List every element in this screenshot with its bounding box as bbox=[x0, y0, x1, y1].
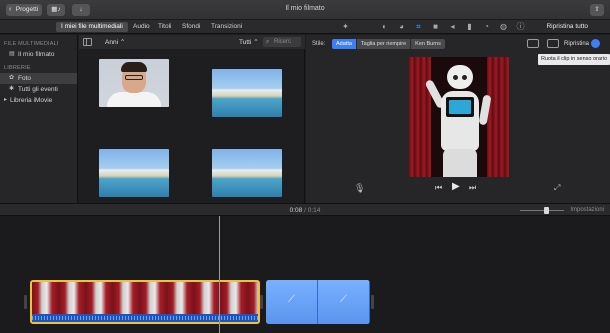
audio-waveform bbox=[32, 316, 258, 320]
filter-icon[interactable]: ◍ bbox=[498, 21, 509, 32]
trim-handle-right[interactable] bbox=[260, 295, 263, 309]
adjustment-toolbar: ✦ ◐ ◕ ⌗ ■ ◂ ▮ ◔ ◍ ⓘ bbox=[340, 21, 526, 32]
tab-bar: I miei file multimediali Audio Titoli Sf… bbox=[0, 20, 610, 34]
photos-icon: ✿ bbox=[9, 75, 15, 81]
sidebar-item-photos[interactable]: ✿ Foto bbox=[0, 73, 77, 84]
window-title: Il mio filmato bbox=[285, 5, 325, 12]
robot-head bbox=[447, 65, 473, 89]
media-thumbnail-beach[interactable] bbox=[99, 149, 169, 197]
rotate-clockwise-icon[interactable] bbox=[547, 39, 559, 48]
sidebar-section-media: FILE MULTIMEDIALI bbox=[4, 41, 59, 47]
sidebar-item-all-events[interactable]: ✱ Tutti gli eventi bbox=[0, 84, 77, 95]
reset-button[interactable]: Ripristina bbox=[564, 41, 589, 47]
zoom-slider-knob[interactable] bbox=[544, 207, 549, 214]
person-hair bbox=[121, 62, 147, 72]
sidebar-item-label: Foto bbox=[18, 75, 32, 82]
filter-value: Tutti bbox=[239, 39, 252, 46]
reset-indicator-icon[interactable] bbox=[591, 39, 600, 48]
search-input[interactable]: ⌕ Ricerc bbox=[263, 37, 301, 47]
stabilization-icon[interactable]: ■ bbox=[430, 21, 441, 32]
curtain-right bbox=[487, 57, 509, 177]
sidebar-item-label: Il mio filmato bbox=[18, 51, 55, 58]
person-glasses bbox=[125, 75, 143, 80]
style-ken-burns-button[interactable]: Ken Burns bbox=[411, 39, 445, 49]
total-time: 0:14 bbox=[307, 207, 321, 214]
speed-icon[interactable]: ◔ bbox=[481, 21, 492, 32]
tab-transitions[interactable]: Transizioni bbox=[206, 22, 247, 32]
media-thumbnail-beach[interactable] bbox=[212, 69, 282, 117]
robot-screen bbox=[449, 100, 471, 114]
current-time: 0:08 bbox=[289, 207, 303, 214]
chevron-updown-icon: ⌃ bbox=[253, 39, 259, 46]
microphone-icon[interactable]: 🎙 bbox=[354, 183, 365, 194]
timeline-clip-photo[interactable]: ⟋ ⟋ bbox=[266, 280, 370, 324]
sidebar-item-imovie-library[interactable]: ▸ Libreria iMovie bbox=[0, 95, 77, 106]
zoom-slider-track[interactable] bbox=[520, 210, 564, 211]
sidebar-item-project[interactable]: ▤ Il mio filmato bbox=[0, 49, 77, 60]
info-icon[interactable]: ⓘ bbox=[515, 21, 526, 32]
pin-icon: ⟋ bbox=[288, 294, 295, 305]
pin-icon: ⟋ bbox=[340, 294, 347, 305]
chevron-updown-icon: ⌃ bbox=[119, 39, 126, 46]
skip-forward-icon[interactable]: ⏭ bbox=[469, 183, 476, 193]
film-strip-icon: ▤ bbox=[9, 51, 15, 57]
time-bar: 0:08 / 0:14 Impostazioni bbox=[0, 203, 610, 216]
tab-backgrounds[interactable]: Sfondi bbox=[177, 22, 205, 32]
style-fit-button[interactable]: Adatta bbox=[332, 39, 357, 49]
search-icon: ⌕ bbox=[266, 39, 270, 45]
playhead[interactable] bbox=[219, 216, 220, 333]
share-button[interactable]: ⇧ bbox=[590, 4, 604, 16]
tab-my-media[interactable]: I miei file multimediali bbox=[56, 22, 128, 32]
person-shirt bbox=[107, 92, 161, 107]
magic-wand-icon[interactable]: ✦ bbox=[340, 21, 351, 32]
style-crop-to-fill-button[interactable]: Taglia per riempire bbox=[356, 39, 412, 49]
play-icon[interactable]: ▶ bbox=[452, 181, 460, 192]
timeline-clip-video[interactable] bbox=[30, 280, 260, 324]
sidebar-section-libraries: LIBRERIE bbox=[4, 65, 31, 71]
timecode: 0:08 / 0:14 bbox=[0, 207, 610, 214]
timeline: ⟋ ⟋ bbox=[0, 216, 610, 333]
title-bar: ‹ Progetti ▦♪ ↓ Il mio filmato ⇧ bbox=[0, 0, 610, 20]
disclosure-triangle-icon: ▸ bbox=[4, 97, 8, 103]
media-thumbnail-beach[interactable] bbox=[212, 149, 282, 197]
curtain-left bbox=[409, 57, 431, 177]
volume-icon[interactable]: ◂ bbox=[447, 21, 458, 32]
star-icon: ✱ bbox=[9, 86, 15, 92]
viewer: Stile: Adatta Taglia per riempire Ken Bu… bbox=[306, 35, 610, 203]
color-balance-icon[interactable]: ◐ bbox=[379, 21, 390, 32]
media-browser: Anni ⌃ Tutti ⌃ ⌕ Ricerc bbox=[79, 35, 305, 203]
robot-eye bbox=[453, 75, 458, 80]
filter-select[interactable]: Tutti ⌃ bbox=[239, 38, 259, 46]
trim-handle-left[interactable] bbox=[24, 295, 27, 309]
group-by-value: Anni bbox=[105, 39, 119, 46]
sidebar-toggle-icon[interactable] bbox=[83, 38, 92, 46]
crop-icon[interactable]: ⌗ bbox=[413, 21, 424, 32]
settings-button[interactable]: Impostazioni bbox=[570, 207, 604, 213]
video-preview bbox=[409, 57, 509, 177]
clip-frames bbox=[32, 282, 258, 314]
rotate-counterclockwise-icon[interactable] bbox=[527, 39, 539, 48]
tab-titles[interactable]: Titoli bbox=[153, 22, 176, 32]
tab-audio[interactable]: Audio bbox=[128, 22, 155, 32]
group-by-select[interactable]: Anni ⌃ bbox=[105, 38, 125, 46]
time-separator: / bbox=[304, 207, 306, 214]
style-label: Stile: bbox=[312, 41, 326, 47]
robot-eye bbox=[462, 75, 467, 80]
sidebar-item-label: Tutti gli eventi bbox=[18, 86, 58, 93]
media-thumbnail-portrait[interactable] bbox=[99, 59, 169, 107]
crop-style-control: Adatta Taglia per riempire Ken Burns bbox=[332, 39, 445, 49]
robot-base bbox=[443, 149, 477, 177]
browser-toolbar: Anni ⌃ Tutti ⌃ ⌕ Ricerc bbox=[79, 35, 305, 49]
fullscreen-icon[interactable]: ⤢ bbox=[554, 183, 560, 193]
sidebar: FILE MULTIMEDIALI ▤ Il mio filmato LIBRE… bbox=[0, 35, 78, 203]
skip-back-icon[interactable]: ⏮ bbox=[435, 183, 442, 193]
sidebar-item-label: Libreria iMovie bbox=[10, 97, 53, 104]
rotate-tooltip: Ruota il clip in senso orario bbox=[538, 54, 610, 65]
share-icon: ⇧ bbox=[594, 6, 600, 13]
reset-all-button[interactable]: Ripristina tutto bbox=[546, 22, 588, 32]
search-placeholder: Ricerc bbox=[274, 39, 292, 45]
trim-handle-end[interactable] bbox=[371, 295, 374, 309]
color-correction-icon[interactable]: ◕ bbox=[396, 21, 407, 32]
noise-reduction-icon[interactable]: ▮ bbox=[464, 21, 475, 32]
